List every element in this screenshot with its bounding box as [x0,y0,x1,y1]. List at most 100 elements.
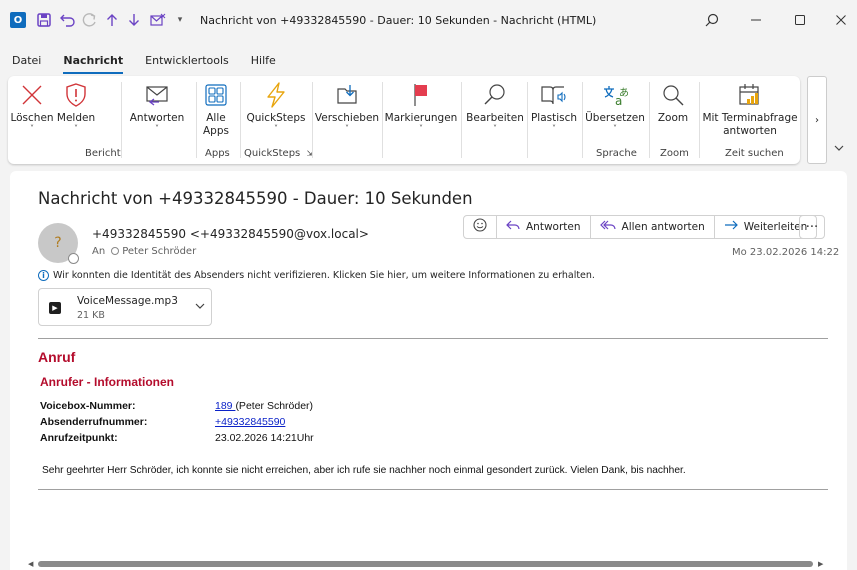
attachment-card[interactable]: ▶ VoiceMessage.mp3 21 KB [38,288,212,326]
to-label: An [92,246,106,257]
report-shield-icon [64,78,88,112]
maximize-icon[interactable] [785,10,815,30]
calendar-icon [737,78,763,112]
group-label-quicksteps: QuickSteps ⇲ [244,148,313,159]
ribbon-separator [582,82,583,158]
quicksteps-button[interactable]: QuickSteps ˅ [246,78,306,142]
tags-button[interactable]: Markierungen ˅ [385,78,457,142]
undo-icon[interactable] [58,10,78,30]
group-label-apps: Apps [205,148,230,159]
forward-arrow-icon [724,219,738,235]
recipient-name[interactable]: Peter Schröder [122,246,196,257]
edit-button[interactable]: Bearbeiten ˅ [466,78,524,142]
scrollbar-thumb[interactable] [38,561,813,567]
delete-button[interactable]: Löschen ˅ [10,78,54,142]
sender-number-link[interactable]: +49332845590 [215,416,285,428]
ribbon-separator [527,82,528,158]
translate-button[interactable]: aあ Übersetzen ˅ [585,78,645,142]
outlook-logo-icon: O [10,12,26,28]
voicebox-label: Voicebox-Nummer: [40,400,136,412]
reply-with-meeting-button[interactable]: Mit Terminabfrage antworten [702,78,798,142]
field-label: Voicebox-Nummer: [40,400,136,412]
chevron-down-icon: ˅ [274,124,278,133]
message-actions: Antworten Allen antworten Weiterleiten [463,215,818,239]
all-apps-button[interactable]: Alle Apps [201,78,231,142]
move-button[interactable]: Verschieben ˅ [314,78,380,142]
menu-bar: Datei Nachricht Entwicklertools Hilfe [0,52,286,74]
chevron-down-icon: ˅ [345,124,349,133]
all-apps-label-1: Alle [206,112,226,124]
menu-hilfe[interactable]: Hilfe [239,52,286,74]
call-time-label: Anrufzeitpunkt: [40,432,118,444]
reply-all-button[interactable]: Allen antworten [591,216,715,238]
zoom-button[interactable]: Zoom [653,78,693,142]
ribbon-separator [382,82,383,158]
group-label-zeit-suchen: Zeit suchen [725,148,784,159]
info-icon: i [38,270,49,281]
reading-pane: Nachricht von +49332845590 - Dauer: 10 S… [10,171,847,570]
ribbon-separator [121,82,122,158]
apps-grid-icon [205,78,227,112]
menu-entwicklertools[interactable]: Entwicklertools [133,52,239,74]
call-time-text: 23.02.2026 14:21Uhr [215,432,314,444]
title-bar: O ▾ Nachricht von +49332845590 - Dauer: … [0,0,857,40]
menu-datei[interactable]: Datei [0,52,51,74]
search-icon[interactable] [697,10,727,30]
search-edit-icon [483,78,507,112]
voicebox-value: 189 (Peter Schröder) [215,400,313,412]
flag-icon [411,78,431,112]
message-body-text: Sehr geehrter Herr Schröder, ich konnte … [42,465,686,476]
ribbon-more-button[interactable]: › [807,76,827,164]
chevron-down-icon[interactable] [195,302,205,313]
info-text: Wir konnten die Identität des Absenders … [53,270,595,281]
more-actions-button[interactable]: ··· [799,215,825,239]
sender-address[interactable]: +49332845590 <+49332845590@vox.local> [92,227,369,241]
reply-button[interactable]: Antworten [497,216,591,238]
horizontal-scrollbar[interactable]: ◀ ▶ [10,558,847,570]
mail-icon[interactable] [148,10,168,30]
minimize-icon[interactable] [741,10,771,30]
voicebox-owner: (Peter Schröder) [235,400,314,412]
immersive-reader-button[interactable]: Plastisch ˅ [530,78,578,142]
divider [38,338,828,339]
ribbon-collapse-icon[interactable] [834,144,844,155]
attachment-name: VoiceMessage.mp3 [77,295,178,307]
customize-icon[interactable]: ▾ [170,10,190,30]
reply-all-button-label: Allen antworten [621,221,705,233]
window-title: Nachricht von +49332845590 - Dauer: 10 S… [200,13,597,27]
emoji-icon [473,218,487,236]
scroll-right-icon[interactable]: ▶ [818,560,823,568]
sender-verification-info[interactable]: i Wir konnten die Identität des Absender… [38,270,595,281]
ribbon-separator [461,82,462,158]
voicebox-link[interactable]: 189 [215,400,235,412]
close-icon[interactable] [826,10,856,30]
reply-mail-icon [144,78,170,112]
chevron-down-icon: ˅ [155,124,159,133]
forward-button-label: Weiterleiten [743,221,808,233]
reaction-button[interactable] [464,216,497,238]
chevron-down-icon: ˅ [493,124,497,133]
reply-button-label: Antworten [526,221,581,233]
reply-ribbon-button[interactable]: Antworten ˅ [128,78,186,142]
report-button[interactable]: Melden ˅ [56,78,96,142]
chevron-down-icon: ˅ [419,124,423,133]
message-date: Mo 23.02.2026 14:22 [732,247,840,258]
sender-number-label: Absenderrufnummer: [40,416,148,428]
ribbon-separator [699,82,700,158]
chevron-down-icon: ˅ [74,124,78,133]
recipient-line: An Peter Schröder [92,246,196,257]
menu-nachricht[interactable]: Nachricht [51,52,133,74]
redo-icon[interactable] [80,10,100,30]
zoom-icon [661,78,685,112]
down-icon[interactable] [124,10,144,30]
ribbon-separator [196,82,197,158]
group-label-bericht: Bericht [85,148,121,159]
reply-arrow-icon [506,219,520,235]
save-icon[interactable] [34,10,54,30]
message-subject: Nachricht von +49332845590 - Dauer: 10 S… [38,189,473,208]
ribbon: Löschen ˅ Melden ˅ Bericht Antworten ˅ A… [8,76,800,164]
up-icon[interactable] [102,10,122,30]
scroll-left-icon[interactable]: ◀ [28,560,33,568]
field-label: Absenderrufnummer: [40,416,147,428]
delete-icon [20,78,44,112]
